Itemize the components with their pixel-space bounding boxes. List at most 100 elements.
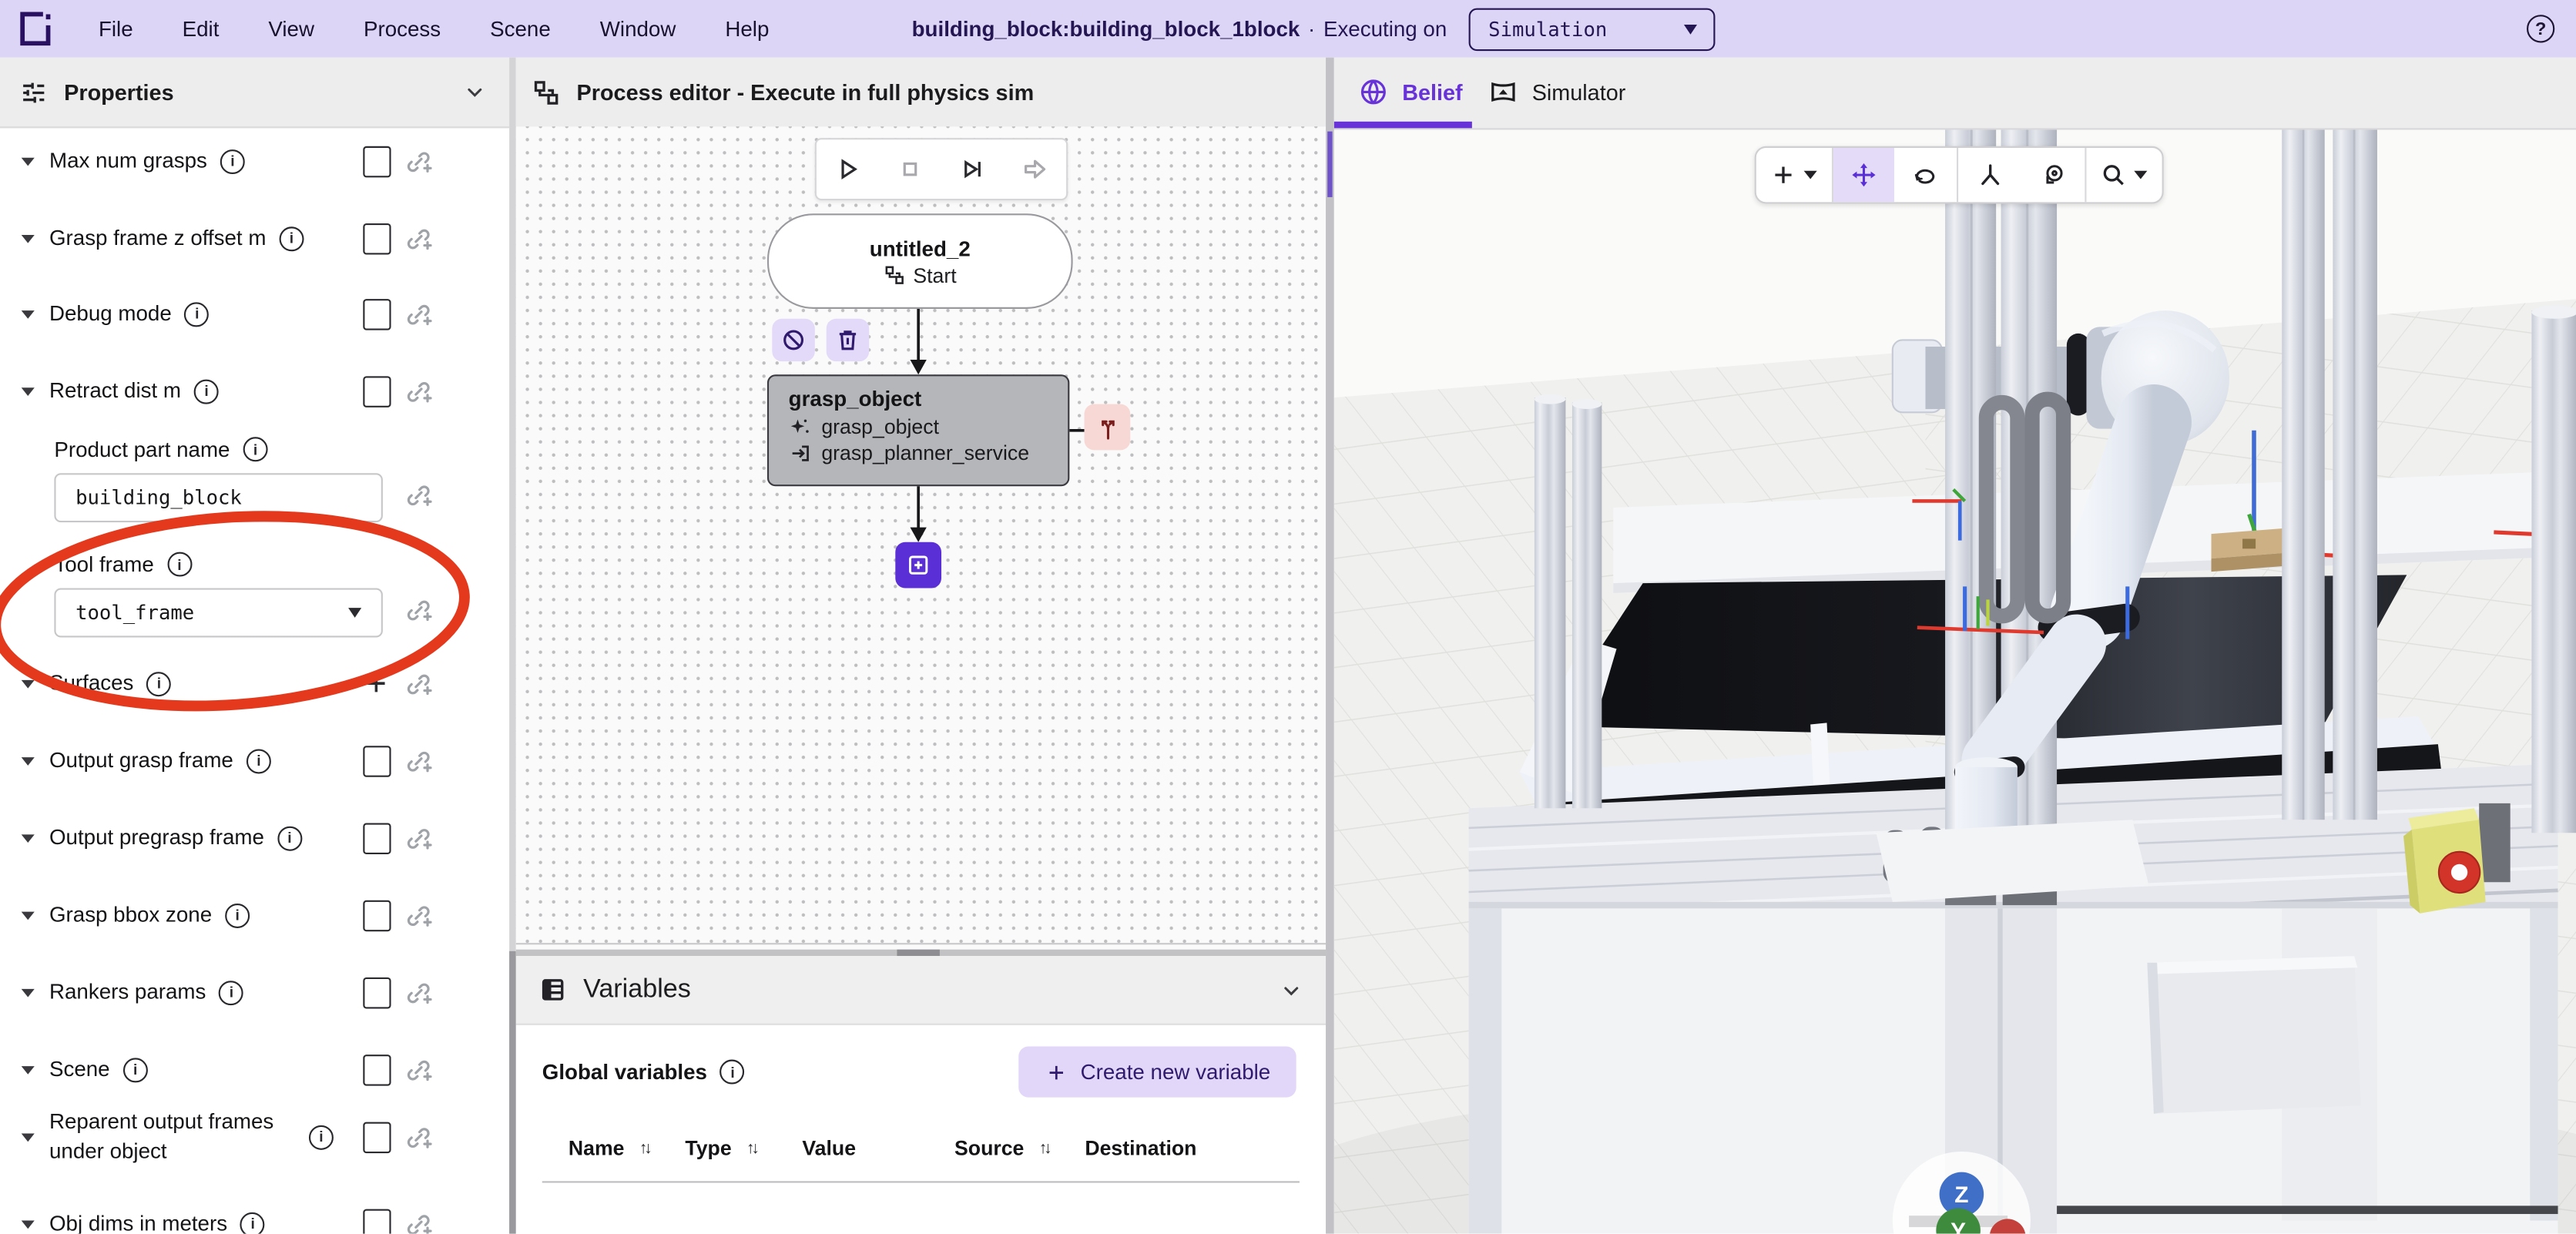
add-object-button[interactable] (1756, 148, 1831, 202)
scrollbar-thumb[interactable] (509, 951, 516, 1234)
obj-dims-checkbox[interactable] (363, 1209, 391, 1234)
link-add-icon[interactable] (404, 148, 434, 177)
expand-caret-icon[interactable] (22, 230, 38, 246)
rankers-params-checkbox[interactable] (363, 977, 391, 1009)
link-add-icon[interactable] (404, 1124, 434, 1153)
measure-tool-button[interactable] (2021, 148, 2084, 202)
properties-header[interactable]: Properties (0, 58, 509, 129)
link-add-icon[interactable] (404, 378, 434, 407)
col-value[interactable]: Value (802, 1137, 856, 1160)
sort-icon[interactable]: ↑↓ (639, 1139, 649, 1157)
grasp-frame-z-offset-checkbox[interactable] (363, 223, 391, 255)
output-grasp-frame-checkbox[interactable] (363, 746, 391, 777)
link-add-icon[interactable] (404, 481, 434, 511)
col-type[interactable]: Type (685, 1137, 731, 1160)
stop-icon[interactable] (895, 154, 924, 183)
grasp-bbox-zone-checkbox[interactable] (363, 900, 391, 932)
expand-caret-icon[interactable] (22, 984, 38, 1000)
menu-window[interactable]: Window (600, 16, 676, 41)
info-icon[interactable] (123, 1057, 148, 1081)
play-icon[interactable] (833, 154, 862, 183)
execution-target-select[interactable]: Simulation (1469, 8, 1716, 51)
max-num-grasps-checkbox[interactable] (363, 146, 391, 178)
col-destination[interactable]: Destination (1085, 1137, 1196, 1160)
link-add-icon[interactable] (404, 225, 434, 254)
menu-help[interactable]: Help (725, 16, 769, 41)
grasp-object-node[interactable]: grasp_object grasp_object grasp_planner_… (767, 374, 1069, 486)
link-add-icon[interactable] (404, 1211, 434, 1234)
info-icon[interactable] (219, 980, 243, 1004)
info-icon[interactable] (225, 903, 250, 927)
info-icon[interactable] (279, 226, 304, 250)
reparent-output-frames-checkbox[interactable] (363, 1122, 391, 1154)
link-add-icon[interactable] (404, 979, 434, 1008)
info-icon[interactable] (146, 671, 171, 696)
collapse-chevron-icon[interactable] (1280, 979, 1303, 1002)
disable-node-button[interactable] (772, 319, 814, 361)
sort-icon[interactable]: ↑↓ (746, 1139, 756, 1157)
expand-caret-icon[interactable] (22, 907, 38, 923)
menu-edit[interactable]: Edit (183, 16, 220, 41)
expand-caret-icon[interactable] (22, 753, 38, 769)
add-step-node[interactable] (895, 542, 941, 588)
panel-splitter[interactable] (509, 58, 516, 1234)
tool-frame-select[interactable]: tool_frame (54, 588, 383, 637)
expand-caret-icon[interactable] (22, 1061, 38, 1078)
expand-caret-icon[interactable] (22, 153, 38, 169)
expand-caret-icon[interactable] (22, 676, 38, 692)
menu-view[interactable]: View (268, 16, 314, 41)
panel-splitter[interactable] (1326, 58, 1333, 1234)
col-source[interactable]: Source (954, 1137, 1024, 1160)
expand-caret-icon[interactable] (22, 1216, 38, 1232)
scrollbar-thumb[interactable] (1327, 132, 1332, 197)
info-icon[interactable] (185, 301, 210, 326)
info-icon[interactable] (220, 149, 245, 173)
menu-file[interactable]: File (99, 16, 133, 41)
info-icon[interactable] (167, 552, 192, 577)
flow-canvas[interactable]: untitled_2 Start grasp_object grasp_obje… (516, 126, 1326, 943)
variables-header[interactable]: Variables (516, 956, 1326, 1025)
link-add-icon[interactable] (404, 825, 434, 854)
retract-dist-checkbox[interactable] (363, 376, 391, 407)
scrollbar-thumb[interactable] (897, 950, 939, 957)
debug-mode-checkbox[interactable] (363, 299, 391, 330)
create-new-variable-button[interactable]: Create new variable (1018, 1046, 1296, 1097)
link-add-icon[interactable] (404, 1056, 434, 1085)
info-icon[interactable] (194, 379, 219, 404)
belief-3d-viewport[interactable]: Z Y (1333, 61, 2576, 1234)
info-icon[interactable] (277, 826, 302, 850)
delete-node-button[interactable] (827, 319, 869, 361)
link-add-icon[interactable] (404, 596, 434, 625)
col-name[interactable]: Name (569, 1137, 625, 1160)
menu-scene[interactable]: Scene (490, 16, 551, 41)
info-icon[interactable] (240, 1212, 265, 1234)
info-icon[interactable] (309, 1125, 334, 1149)
app-logo-icon[interactable] (15, 8, 55, 49)
info-icon[interactable] (247, 748, 271, 773)
expand-caret-icon[interactable] (22, 306, 38, 322)
link-add-icon[interactable] (404, 902, 434, 931)
menu-process[interactable]: Process (364, 16, 441, 41)
info-icon[interactable] (720, 1060, 745, 1085)
link-add-icon[interactable] (404, 747, 434, 776)
expand-caret-icon[interactable] (22, 830, 38, 846)
link-add-icon[interactable] (404, 300, 434, 330)
expand-caret-icon[interactable] (22, 1128, 38, 1145)
sort-icon[interactable]: ↑↓ (1039, 1139, 1049, 1157)
tab-belief[interactable]: Belief (1358, 58, 1463, 127)
tab-simulator[interactable]: Simulator (1488, 58, 1625, 127)
info-icon[interactable] (243, 437, 268, 461)
scene-checkbox[interactable] (363, 1055, 391, 1086)
move-tool-button[interactable] (1833, 148, 1893, 202)
zoom-tool-button[interactable] (2085, 148, 2161, 202)
start-node[interactable]: untitled_2 Start (767, 213, 1073, 309)
product-part-name-input[interactable]: building_block (54, 473, 383, 522)
help-icon[interactable]: ? (2527, 15, 2554, 42)
add-surface-icon[interactable] (361, 669, 391, 698)
frame-tool-button[interactable] (1957, 148, 2021, 202)
link-add-icon[interactable] (404, 670, 434, 699)
rotate-tool-button[interactable] (1893, 148, 1956, 202)
output-pregrasp-frame-checkbox[interactable] (363, 823, 391, 854)
expand-caret-icon[interactable] (22, 383, 38, 399)
branch-button[interactable] (1085, 404, 1131, 451)
